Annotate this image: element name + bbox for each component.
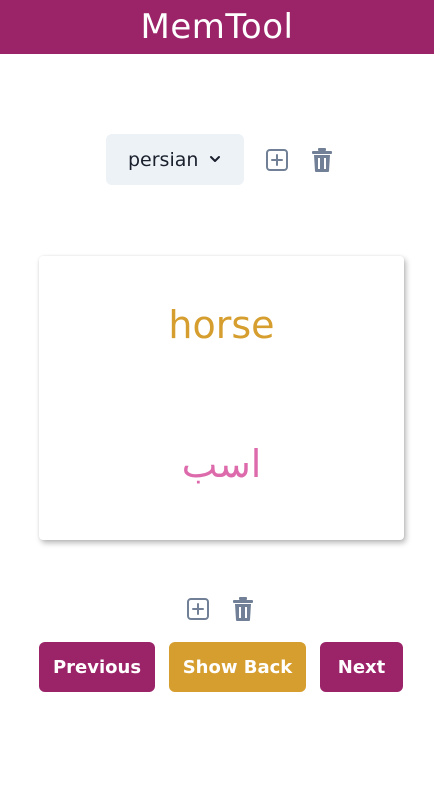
app-header: MemTool [0,0,434,54]
deck-select[interactable]: persian [106,134,244,185]
trash-icon [312,148,332,172]
deck-controls: persian [0,134,434,186]
flashcard[interactable]: horse اسب [39,256,404,540]
add-deck-button[interactable] [264,146,290,174]
show-back-button[interactable]: Show Back [169,642,306,692]
deck-select-value: persian [128,148,199,171]
chevron-down-icon [210,156,220,162]
trash-icon [233,597,253,621]
card-back-text: اسب [181,442,262,486]
delete-deck-button[interactable] [309,146,335,174]
previous-button[interactable]: Previous [39,642,155,692]
add-card-button[interactable] [185,595,211,623]
delete-card-button[interactable] [230,595,256,623]
app-title: MemTool [140,7,294,47]
next-button[interactable]: Next [320,642,403,692]
plus-square-icon [187,598,209,620]
card-front-text: horse [168,303,275,347]
plus-square-icon [266,149,288,171]
